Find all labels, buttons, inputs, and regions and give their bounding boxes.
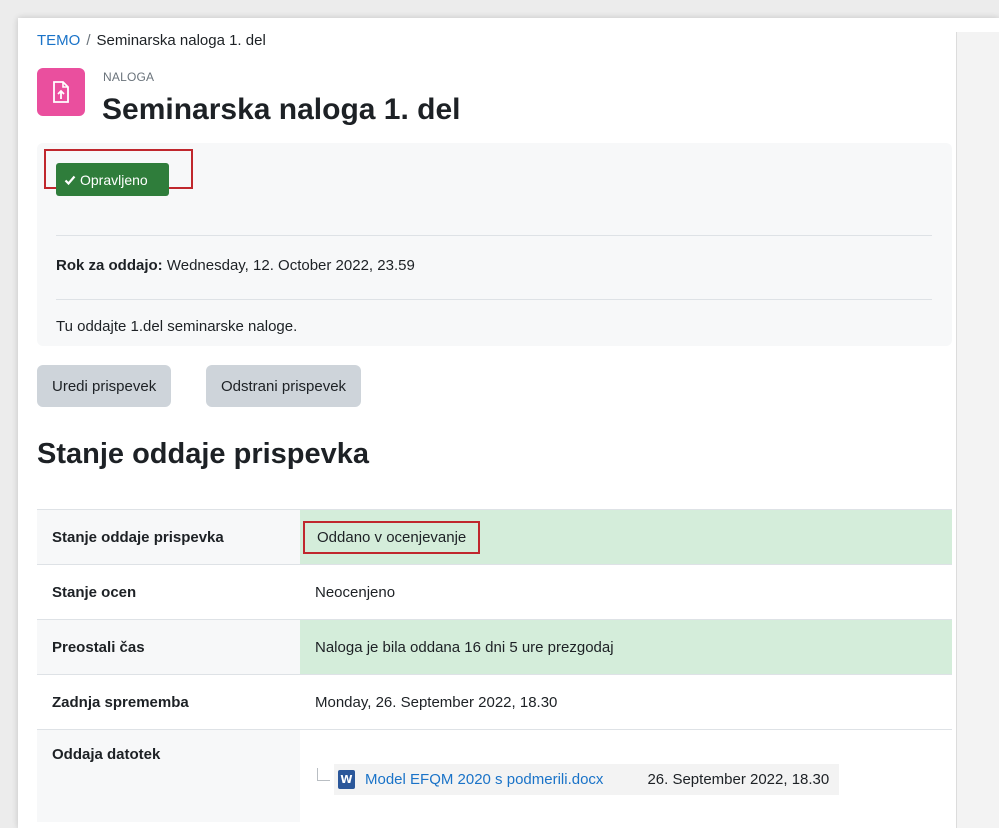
submission-status-heading: Stanje oddaje prispevka [37,438,370,470]
breadcrumb-current: Seminarska naloga 1. del [96,32,266,49]
word-document-icon: W [338,770,355,789]
right-side-panel [956,32,999,828]
last-modified-value: Monday, 26. September 2022, 18.30 [300,674,952,730]
completion-done-button[interactable]: Opravljeno [56,163,169,196]
page-frame: TEMO / Seminarska naloga 1. del NALOGA Sem… [18,18,999,828]
info-divider [56,235,932,236]
check-icon [64,175,76,185]
grading-status-value: Neocenjeno [300,564,952,620]
activity-type-label: NALOGA [103,70,155,84]
due-date-value: Wednesday, 12. October 2022, 23.59 [166,257,415,274]
time-remaining-value: Naloga je bila oddana 16 dni 5 ure prezg… [300,619,952,675]
table-row: Stanje oddaje prispevka Oddano v ocenjev… [37,509,952,565]
file-item: W Model EFQM 2020 s podmerili.docx 26. S… [317,764,937,795]
file-submissions-cell: W Model EFQM 2020 s podmerili.docx 26. S… [300,729,952,822]
submission-status-value: Oddano v ocenjevanje [303,520,481,554]
submission-status-table: Stanje oddaje prispevka Oddano v ocenjev… [37,509,952,822]
status-value-cell: Oddano v ocenjevanje [300,509,952,565]
completion-done-label: Opravljeno [80,171,148,188]
assignment-description: Tu oddajte 1.del seminarske naloge. [56,318,298,335]
table-row: Zadnja sprememba Monday, 26. September 2… [37,674,952,730]
tree-connector [317,768,330,781]
due-date-label: Rok za oddajo: [56,257,163,274]
file-submissions-label: Oddaja datotek [37,729,300,822]
page-title: Seminarska naloga 1. del [102,93,461,126]
breadcrumb: TEMO / Seminarska naloga 1. del [37,32,266,49]
status-label: Stanje oddaje prispevka [37,509,300,565]
time-remaining-label: Preostali čas [37,619,300,675]
submitted-file-date: 26. September 2022, 18.30 [647,771,830,788]
info-divider [56,299,932,300]
table-row: Stanje ocen Neocenjeno [37,564,952,620]
last-modified-label: Zadnja sprememba [37,674,300,730]
breadcrumb-separator: / [86,32,91,49]
activity-info-box: Opravljeno Rok za oddajo: Wednesday, 12.… [37,143,952,346]
file-entry: W Model EFQM 2020 s podmerili.docx 26. S… [334,764,840,795]
edit-submission-button[interactable]: Uredi prispevek [37,365,172,407]
table-row: Preostali čas Naloga je bila oddana 16 d… [37,619,952,675]
submitted-file-link[interactable]: Model EFQM 2020 s podmerili.docx [365,771,603,788]
assignment-upload-icon [37,68,85,116]
table-row: Oddaja datotek W Model EFQM 2020 s podme… [37,729,952,822]
grading-status-label: Stanje ocen [37,564,300,620]
breadcrumb-course-link[interactable]: TEMO [37,32,80,49]
due-date: Rok za oddajo: Wednesday, 12. October 20… [56,257,415,274]
remove-submission-button[interactable]: Odstrani prispevek [206,365,362,407]
